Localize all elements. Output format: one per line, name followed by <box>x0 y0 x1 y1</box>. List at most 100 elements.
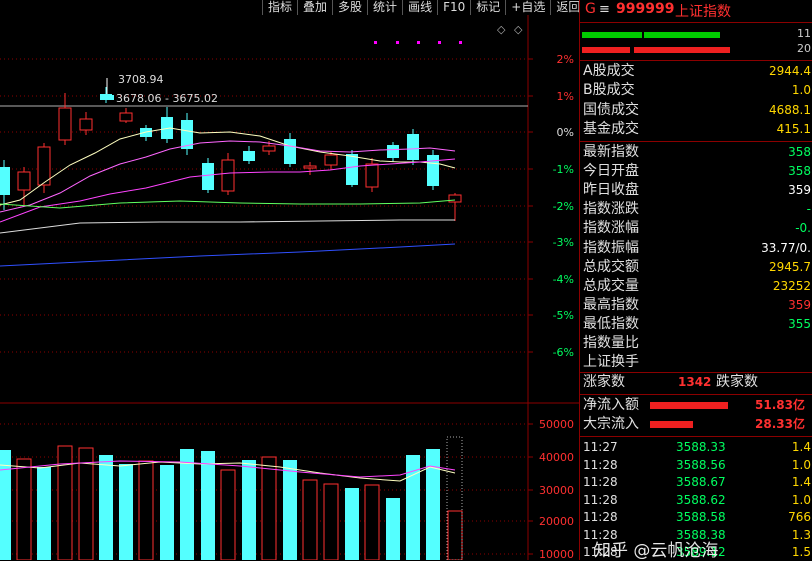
marker-dot <box>459 41 462 44</box>
volume-bar <box>364 484 380 560</box>
candle-body <box>221 159 235 192</box>
volume-bar <box>138 460 154 560</box>
inflow-label: 净流入额 <box>583 397 639 413</box>
candle-body <box>119 112 133 122</box>
tick-time: 11:28 <box>583 492 618 507</box>
high-annotation: 3708.94 <box>118 73 164 86</box>
tick-time: 11:27 <box>583 440 618 454</box>
candle-body <box>17 171 31 191</box>
volume-bar <box>345 488 359 560</box>
stat-label: 总成交量 <box>583 277 639 294</box>
toolbar-button-7[interactable]: +自选 <box>505 0 550 15</box>
candle-body <box>0 167 10 195</box>
ask-value: 20 <box>797 42 811 55</box>
volume-bar <box>261 456 277 560</box>
volume-bar <box>99 455 113 560</box>
volume-tick-label: 20000 <box>539 515 574 528</box>
tick-volume: 1.4 <box>791 440 811 454</box>
watermark: 知乎 @云帆沧海 <box>594 541 719 561</box>
kline-chart[interactable]: 2% 1% 0% -1% -2% -3% -4% -5% -6% 50000 40000 30000 2… <box>0 15 579 560</box>
volume-bar <box>78 447 94 560</box>
down-count-label: 跌家数 <box>716 374 758 390</box>
tick-time: 11:28 <box>583 510 618 524</box>
volume-bar <box>180 449 194 560</box>
menu-icon[interactable]: ≡ <box>599 2 610 17</box>
ma120-line <box>0 243 456 267</box>
marker-dot <box>438 41 441 44</box>
stat-value: -0. <box>795 221 811 236</box>
toolbar-button-0[interactable]: 指标 <box>262 0 297 15</box>
quote-panel: G ≡ 999999 上证指数 11 20 A股成交 2944.4 B股成交 1.0 国… <box>579 0 812 560</box>
stat-label: 总成交额 <box>583 258 639 275</box>
tick-volume: 1.5 <box>791 545 811 559</box>
toolbar-button-1[interactable]: 叠加 <box>297 0 332 15</box>
volume-bar <box>119 464 133 560</box>
marker-dot <box>396 41 399 44</box>
candle-body <box>365 163 379 188</box>
stat-value: 415.1 <box>776 121 811 136</box>
stat-label: 最新指数 <box>583 144 639 160</box>
toolbar-button-4[interactable]: 画线 <box>402 0 437 15</box>
stat-value: - <box>806 202 811 217</box>
stat-value: 1.0 <box>791 83 811 98</box>
toolbar-button-6[interactable]: 标记 <box>470 0 505 15</box>
volume-bar <box>447 510 463 560</box>
volume-bar <box>386 498 400 560</box>
volume-bar <box>283 460 297 560</box>
candle-body <box>262 145 276 152</box>
stat-value: 2944.4 <box>769 64 811 78</box>
stat-value: 2945.7 <box>769 259 811 274</box>
toolbar-button-5[interactable]: F10 <box>437 0 470 15</box>
stat-label: 最低指数 <box>583 315 639 332</box>
inflow-bar <box>650 402 728 409</box>
stat-value: 355 <box>788 316 811 331</box>
bid-value: 11 <box>797 27 811 40</box>
stat-value: 23252 <box>772 278 811 293</box>
ask-bar-2 <box>634 47 730 53</box>
stat-label: 上证换手 <box>583 354 639 371</box>
toolbar-button-3[interactable]: 统计 <box>367 0 402 15</box>
price-tick-label: 0% <box>557 126 574 139</box>
volume-tick-label: 10000 <box>539 548 574 560</box>
stat-label: 基金成交 <box>583 120 639 137</box>
volume-bar <box>302 479 318 560</box>
group-indicator[interactable]: G <box>585 1 596 17</box>
candle-body <box>324 154 338 166</box>
candle-body <box>58 107 72 141</box>
candle-body <box>387 145 399 158</box>
tick-price: 3588.56 <box>676 457 726 472</box>
volume-bar <box>242 460 256 560</box>
price-tick-label: -1% <box>553 163 574 176</box>
price-tick-label: 1% <box>557 90 574 103</box>
stat-label: 昨日收盘 <box>583 182 639 199</box>
volume-tick-label: 30000 <box>539 484 574 497</box>
tick-time: 11:28 <box>583 475 618 489</box>
up-count-label: 涨家数 <box>583 374 625 390</box>
tick-price: 3588.62 <box>676 492 726 507</box>
price-tick-label: -5% <box>553 309 574 322</box>
stat-value: 4688.1 <box>769 102 811 117</box>
stock-name: 上证指数 <box>675 4 731 20</box>
toolbar-button-2[interactable]: 多股 <box>332 0 367 15</box>
stat-value: 359 <box>788 183 811 198</box>
volume-tick-label: 50000 <box>539 418 574 431</box>
price-tick-label: -6% <box>553 346 574 359</box>
candle-body <box>100 94 112 99</box>
range-annotation: 3678.06 - 3675.02 <box>116 92 218 105</box>
stat-label: 指数涨跌 <box>583 201 639 218</box>
tick-volume: 1.3 <box>791 527 811 542</box>
stat-label: 最高指数 <box>583 296 639 313</box>
volume-bar <box>426 449 440 560</box>
price-tick-label: -2% <box>553 200 574 213</box>
candle-body <box>243 151 255 161</box>
candle-body <box>284 139 296 164</box>
price-tick-label: 2% <box>557 53 574 66</box>
tick-volume: 1.0 <box>791 492 811 507</box>
candle-body <box>427 155 439 186</box>
volume-tick-label: 40000 <box>539 451 574 464</box>
bid-bar-2 <box>644 32 720 38</box>
stat-label: 国债成交 <box>583 101 639 118</box>
marker-dot <box>374 41 377 44</box>
stock-code: 999999 <box>616 1 675 17</box>
volume-bar <box>0 450 11 560</box>
